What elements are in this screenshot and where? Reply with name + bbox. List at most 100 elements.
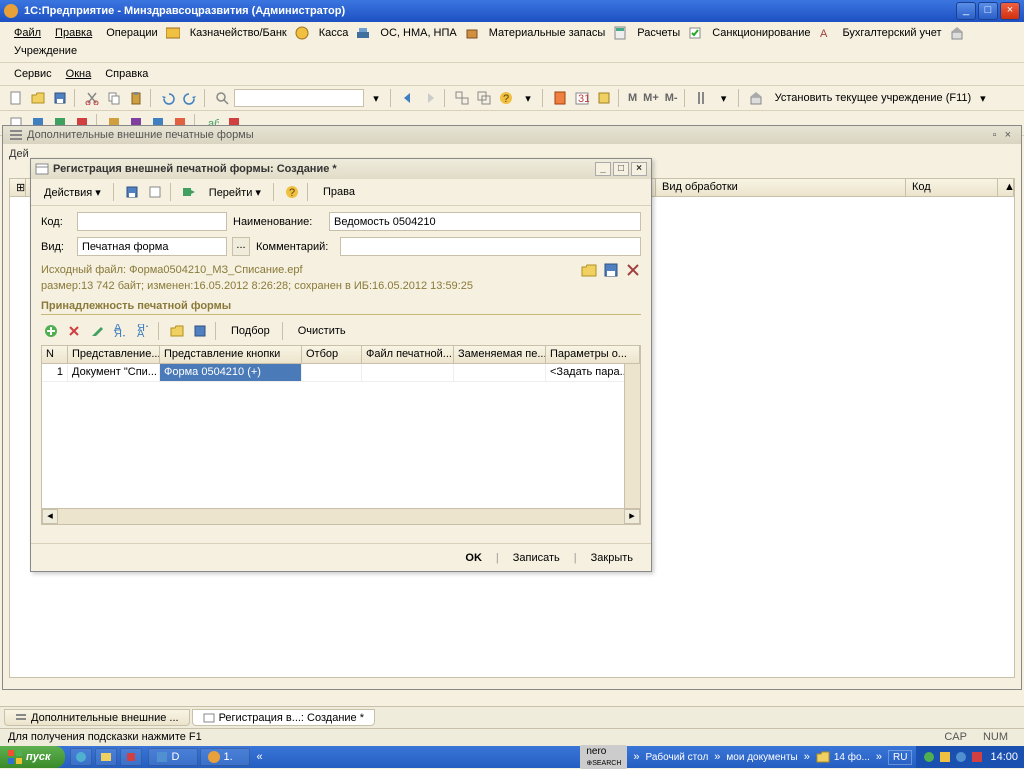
- calc2-button[interactable]: [550, 88, 570, 108]
- paste-button[interactable]: [126, 88, 146, 108]
- ql-1[interactable]: [70, 748, 92, 766]
- dlg-reread-button[interactable]: [145, 182, 165, 202]
- taskbar-chev-left[interactable]: «: [255, 751, 265, 763]
- grid-pick-button[interactable]: Подбор: [224, 322, 277, 340]
- tab-registration-dialog[interactable]: Регистрация в...: Создание *: [192, 709, 375, 726]
- close-button[interactable]: ×: [1000, 2, 1020, 20]
- menu-accounting[interactable]: Бухгалтерский учет: [836, 25, 947, 41]
- bg-col-scroll[interactable]: ▲: [998, 179, 1014, 196]
- cell-replace[interactable]: [454, 364, 546, 381]
- task-d[interactable]: D: [148, 748, 198, 766]
- cascade-button[interactable]: [474, 88, 494, 108]
- folder-toolbar-label[interactable]: 14 фо...: [834, 752, 870, 763]
- grid-clear-button[interactable]: Очистить: [291, 322, 353, 340]
- menu-sanction[interactable]: Санкционирование: [706, 25, 816, 41]
- back-button[interactable]: [398, 88, 418, 108]
- dialog-maximize-button[interactable]: □: [613, 162, 629, 176]
- ql-3[interactable]: [120, 748, 142, 766]
- bg-restore-button[interactable]: ▫: [989, 129, 1001, 141]
- type-input[interactable]: Печатная форма: [77, 237, 227, 256]
- settings-button[interactable]: [692, 88, 712, 108]
- col-print-file[interactable]: Файл печатной...: [362, 346, 454, 363]
- cell-n[interactable]: 1: [42, 364, 68, 381]
- membership-grid[interactable]: N Представление... Представление кнопки …: [41, 345, 641, 525]
- ql-2[interactable]: [95, 748, 117, 766]
- cell-btn-repr[interactable]: Форма 0504210 (+): [160, 364, 302, 381]
- desktop-toolbar-label[interactable]: Рабочий стол: [646, 752, 709, 763]
- menu-institution[interactable]: Учреждение: [8, 43, 83, 59]
- forward-button[interactable]: [420, 88, 440, 108]
- col-replace[interactable]: Заменяемая пе...: [454, 346, 546, 363]
- save-button[interactable]: [50, 88, 70, 108]
- menu-treasury[interactable]: Казначейство/Банк: [184, 25, 293, 41]
- help-button[interactable]: ?: [496, 88, 516, 108]
- actions-menu[interactable]: Действия ▾: [37, 183, 108, 202]
- cell-print-file[interactable]: [362, 364, 454, 381]
- find-button[interactable]: [212, 88, 232, 108]
- ok-button[interactable]: OK: [457, 550, 490, 566]
- grid-open-button[interactable]: [167, 321, 187, 341]
- goto-menu[interactable]: Перейти ▾: [202, 183, 268, 202]
- tray-icon-1[interactable]: [922, 750, 936, 764]
- col-params[interactable]: Параметры о...: [546, 346, 640, 363]
- dlg-goto-icon[interactable]: [179, 182, 199, 202]
- taskbar-chev-right[interactable]: »: [631, 751, 641, 763]
- search-dropdown[interactable]: ▾: [366, 88, 386, 108]
- menu-cashbox[interactable]: Касса: [313, 25, 355, 41]
- windows-button[interactable]: [452, 88, 472, 108]
- dialog-title-bar[interactable]: Регистрация внешней печатной формы: Созд…: [31, 159, 651, 179]
- grid-edit-button[interactable]: [87, 321, 107, 341]
- scroll-right-button[interactable]: ▸: [624, 509, 640, 524]
- type-select-button[interactable]: ...: [232, 237, 250, 256]
- col-filter[interactable]: Отбор: [302, 346, 362, 363]
- copy-button[interactable]: [104, 88, 124, 108]
- tab-list-window[interactable]: Дополнительные внешние ...: [4, 709, 190, 726]
- tray-icon-2[interactable]: [938, 750, 952, 764]
- memory-mminus[interactable]: М-: [663, 92, 680, 104]
- dlg-help-button[interactable]: ?: [282, 182, 302, 202]
- menu-edit[interactable]: Правка: [49, 25, 98, 41]
- close-dialog-button[interactable]: Закрыть: [583, 550, 641, 566]
- memory-mplus[interactable]: М+: [641, 92, 661, 104]
- col-repr[interactable]: Представление...: [68, 346, 160, 363]
- maximize-button[interactable]: □: [978, 2, 998, 20]
- dlg-save-button[interactable]: [122, 182, 142, 202]
- cell-filter[interactable]: [302, 364, 362, 381]
- save-file-icon[interactable]: [603, 262, 619, 278]
- grid-sort-asc-button[interactable]: AЯ: [110, 321, 130, 341]
- col-n[interactable]: N: [42, 346, 68, 363]
- rights-button[interactable]: Права: [316, 183, 362, 201]
- menu-materials[interactable]: Материальные запасы: [483, 25, 612, 41]
- new-doc-button[interactable]: [6, 88, 26, 108]
- redo-button[interactable]: [180, 88, 200, 108]
- grid-vscroll[interactable]: [624, 364, 640, 508]
- cut-button[interactable]: [82, 88, 102, 108]
- timer-button[interactable]: [594, 88, 614, 108]
- institution-button[interactable]: [746, 88, 766, 108]
- grid-sort-desc-button[interactable]: ЯA: [133, 321, 153, 341]
- scroll-left-button[interactable]: ◂: [42, 509, 58, 524]
- menu-assets[interactable]: ОС, НМА, НПА: [374, 25, 462, 41]
- code-input[interactable]: [77, 212, 227, 231]
- table-row[interactable]: 1 Документ "Спи... Форма 0504210 (+) <За…: [42, 364, 640, 382]
- bg-col-code[interactable]: Код: [906, 179, 998, 196]
- menu-file[interactable]: Файл: [8, 25, 47, 41]
- comment-input[interactable]: [340, 237, 641, 256]
- memory-m[interactable]: М: [626, 92, 639, 104]
- menu-windows[interactable]: Окна: [60, 66, 98, 82]
- tray-icon-3[interactable]: [954, 750, 968, 764]
- open-file-icon[interactable]: [581, 262, 597, 278]
- undo-button[interactable]: [158, 88, 178, 108]
- dialog-minimize-button[interactable]: _: [595, 162, 611, 176]
- grid-delete-button[interactable]: [64, 321, 84, 341]
- bg-col-processing[interactable]: Вид обработки: [656, 179, 906, 196]
- nero-widget[interactable]: nero⊕SEARCH: [580, 745, 627, 769]
- minimize-button[interactable]: _: [956, 2, 976, 20]
- start-button[interactable]: пуск: [0, 746, 65, 768]
- grid-add-button[interactable]: [41, 321, 61, 341]
- grid-save-button[interactable]: [190, 321, 210, 341]
- calendar-button[interactable]: 31: [572, 88, 592, 108]
- task-1c[interactable]: 1.: [200, 748, 250, 766]
- name-input[interactable]: [329, 212, 641, 231]
- help-dropdown[interactable]: ▾: [518, 88, 538, 108]
